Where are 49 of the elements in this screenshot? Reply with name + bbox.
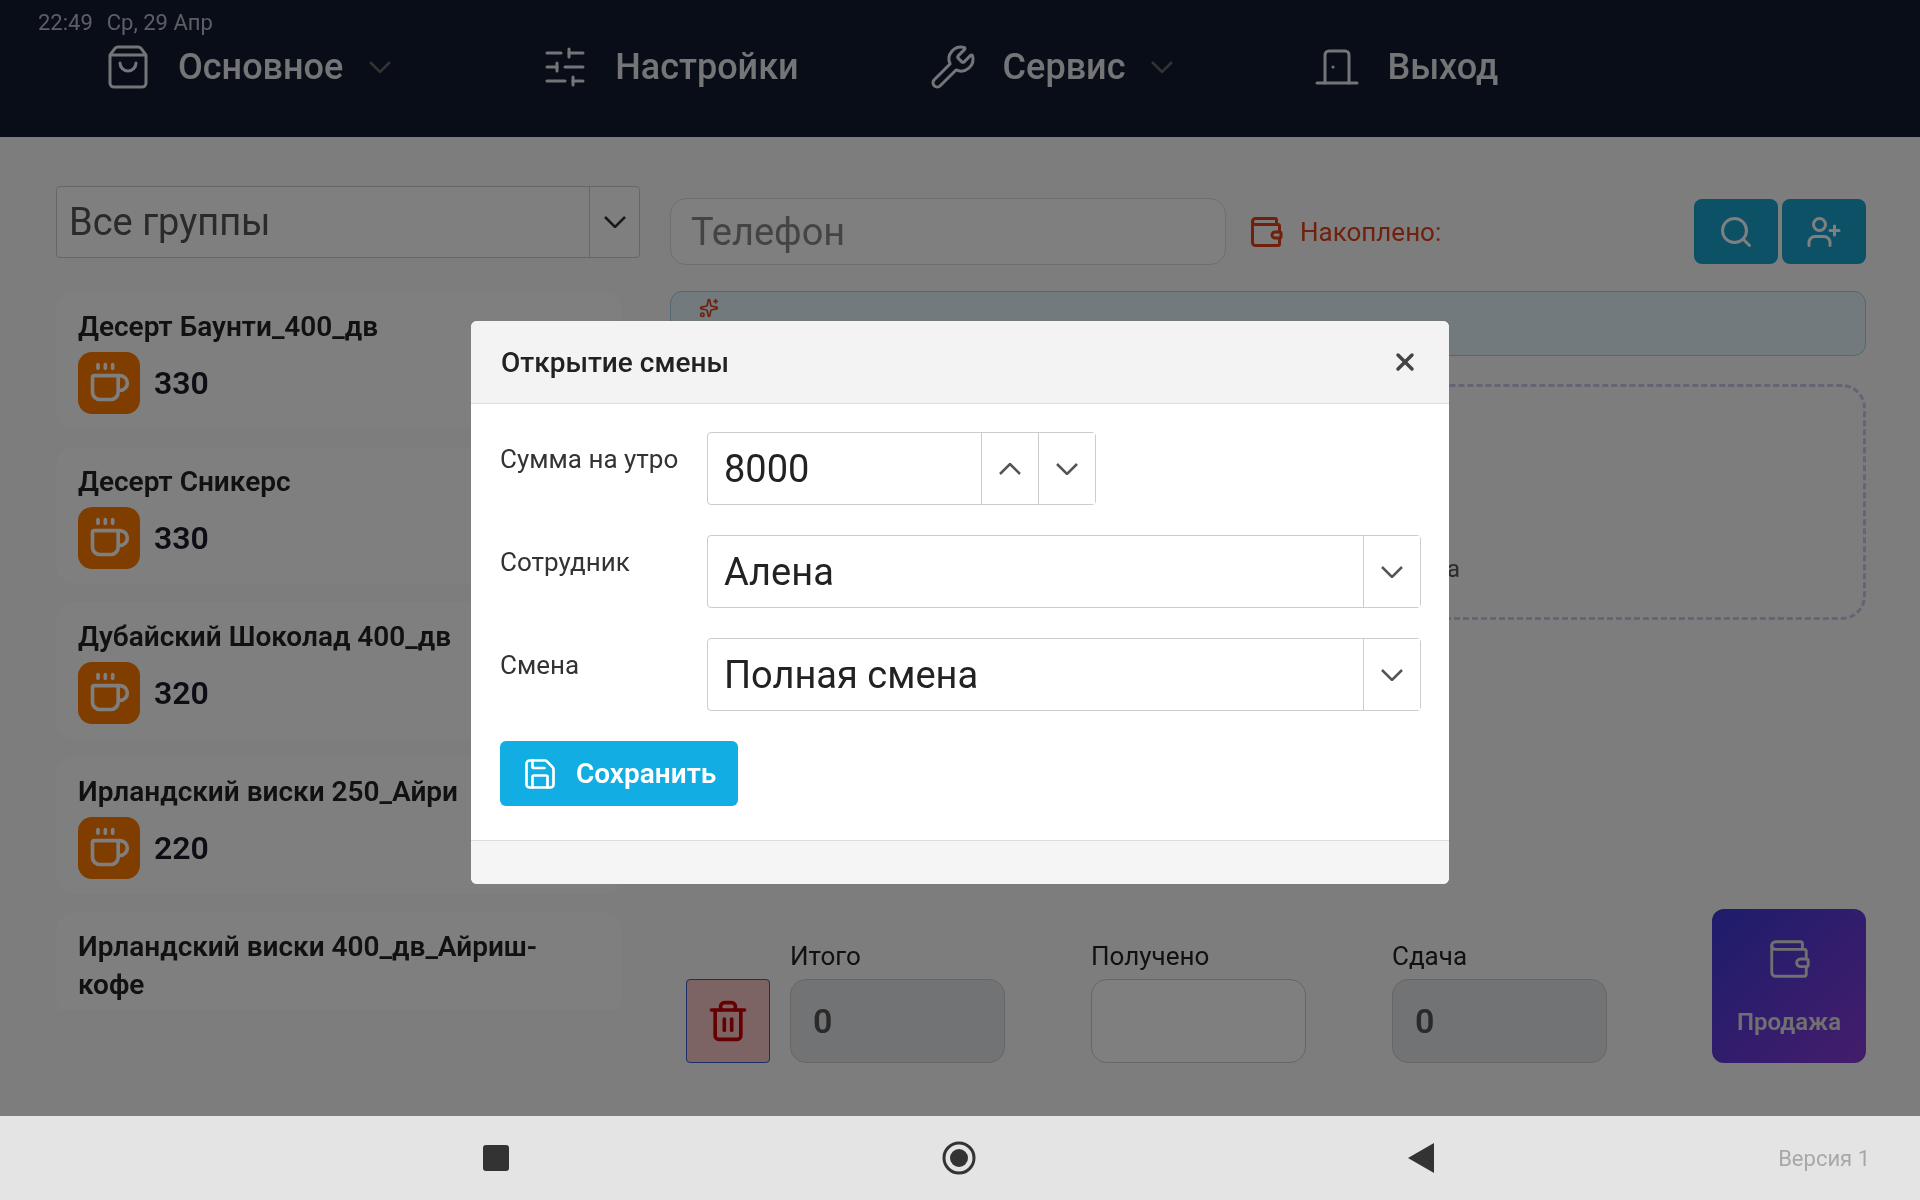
total-label: Итого	[790, 941, 862, 971]
nav-menu-item[interactable]: Сервис	[928, 43, 1174, 91]
product-name: Дубайский Шоколад 400_дв	[78, 619, 452, 655]
cup-icon	[78, 507, 140, 569]
product-price: 330	[154, 364, 209, 402]
select-field[interactable]: Алена	[707, 535, 1421, 608]
recents-button[interactable]	[483, 1145, 509, 1171]
total-label: Сдача	[1392, 941, 1469, 971]
group-select[interactable]: Все группы	[56, 186, 640, 258]
cup-icon	[78, 352, 140, 414]
search-button[interactable]	[1694, 199, 1778, 264]
chevron-down-icon	[1056, 462, 1078, 475]
delete-button[interactable]	[686, 979, 770, 1063]
product-price: 330	[154, 519, 209, 557]
total-field[interactable]: 0	[790, 979, 1005, 1063]
product-name: Десерт Сникерс	[78, 464, 291, 500]
phone-field[interactable]: Телефон	[670, 198, 1226, 265]
add-user-button[interactable]	[1782, 199, 1866, 264]
total-field[interactable]	[1091, 979, 1306, 1063]
nav-menu-item[interactable]: Основное	[104, 43, 392, 91]
product-price: 320	[154, 674, 209, 712]
save-button[interactable]: Сохранить	[500, 741, 739, 806]
home-button[interactable]	[941, 1140, 977, 1176]
status-time: 22:49	[38, 9, 93, 35]
back-button[interactable]	[1408, 1143, 1434, 1173]
status-date: Ср, 29 Апр	[106, 9, 213, 35]
version-label: Версия 1	[1778, 1145, 1870, 1171]
number-field[interactable]: 8000	[707, 432, 1096, 505]
sparkle-icon	[699, 298, 719, 318]
cup-icon	[78, 817, 140, 879]
accumulated-label: Накоплено:	[1300, 216, 1442, 247]
nav-menu-item[interactable]: Выход	[1313, 43, 1499, 91]
product-price: 220	[154, 829, 209, 867]
product-name: Ирландский виски 250_Айри	[78, 774, 458, 810]
sale-button[interactable]: Продажа	[1712, 909, 1866, 1063]
total-label: Получено	[1091, 941, 1211, 971]
cup-icon	[78, 662, 140, 724]
chevron-down-icon	[1381, 565, 1403, 578]
select-field[interactable]: Полная смена	[707, 638, 1421, 711]
field-label: Смена	[500, 649, 581, 680]
total-field[interactable]: 0	[1392, 979, 1607, 1063]
product-name: Десерт Баунти_400_дв	[78, 309, 379, 345]
chevron-down-icon	[603, 216, 626, 228]
decrement-button[interactable]	[1038, 433, 1095, 504]
drop-zone-hint: а	[1447, 555, 1461, 583]
product-name: Ирландский виски 400_дв_Айриш-кофе	[78, 929, 539, 1003]
chevron-up-icon	[999, 462, 1021, 475]
chevron-down-icon	[1381, 668, 1403, 681]
nav-menu-item[interactable]: Настройки	[541, 43, 799, 91]
